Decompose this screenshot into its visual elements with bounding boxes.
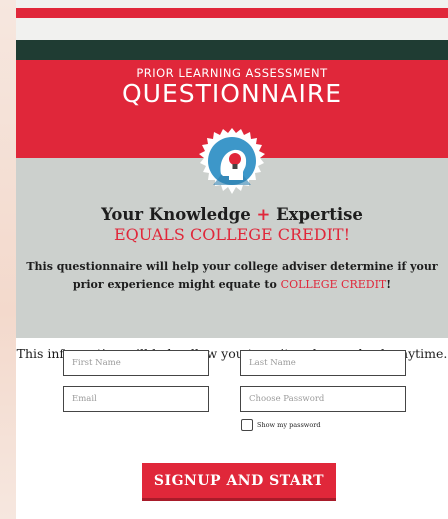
headline-plus: + — [256, 205, 271, 224]
headline: Your Knowledge + Expertise — [16, 205, 448, 224]
subheadline: EQUALS COLLEGE CREDIT! — [113, 225, 351, 244]
show-password-label: Show my password — [257, 421, 321, 429]
lightbulb-head-icon — [199, 128, 265, 194]
last-name-field[interactable] — [240, 350, 406, 376]
page-title: QUESTIONNAIRE — [121, 79, 342, 108]
description-highlight: COLLEGE CREDIT — [280, 278, 387, 291]
page-background-strip — [0, 0, 16, 519]
description: This questionnaire will help your colleg… — [26, 258, 438, 294]
top-accent-bar — [16, 8, 448, 18]
headline-part1: Your Knowledge — [101, 205, 251, 224]
email-field[interactable] — [63, 386, 209, 412]
first-name-field[interactable] — [63, 350, 209, 376]
hero-kicker: PRIOR LEARNING ASSESSMENT — [136, 66, 328, 80]
description-end: ! — [386, 278, 392, 291]
show-password-checkbox[interactable] — [241, 419, 253, 431]
password-field[interactable] — [240, 386, 406, 412]
card-top-stripe — [16, 40, 448, 60]
headline-part2: Expertise — [276, 205, 363, 224]
questionnaire-card: PRIOR LEARNING ASSESSMENT QUESTIONNAIRE … — [16, 40, 448, 519]
signup-and-start-button[interactable]: SIGNUP AND START — [142, 463, 336, 501]
